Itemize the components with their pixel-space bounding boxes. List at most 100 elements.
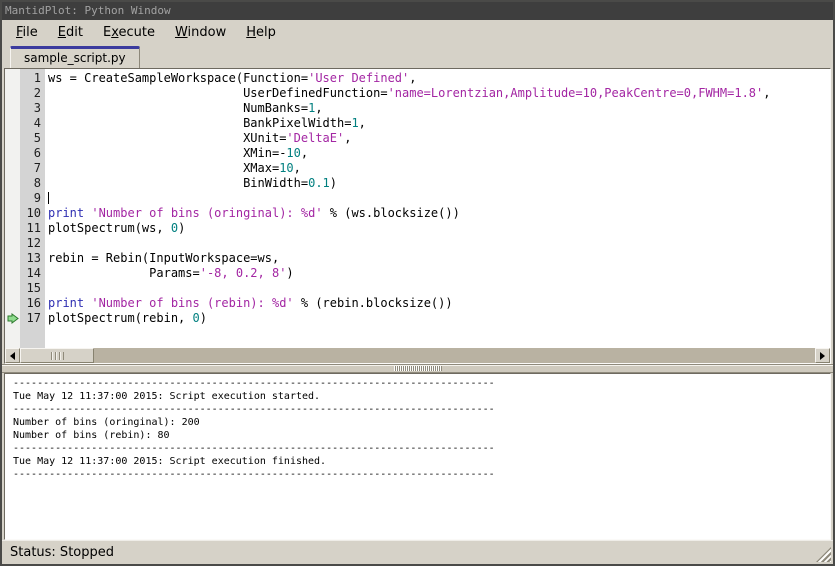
code-line[interactable]: 11 plotSpectrum(ws, 0) [5, 221, 830, 236]
marker-margin [5, 206, 20, 221]
scroll-left-button[interactable] [5, 348, 20, 363]
code-line[interactable]: 4 BankPixelWidth=1, [5, 116, 830, 131]
code-line-text[interactable]: BankPixelWidth=1, [45, 116, 366, 131]
tab-bar: sample_script.py [2, 46, 833, 68]
code-line-text[interactable]: print 'Number of bins (oringinal): %d' %… [45, 206, 460, 221]
marker-margin [5, 86, 20, 101]
scrollbar-thumb[interactable] [20, 348, 94, 363]
code-line-text[interactable]: BinWidth=0.1) [45, 176, 337, 191]
code-line-text[interactable]: NumBanks=1, [45, 101, 323, 116]
line-number: 4 [33, 116, 41, 130]
line-number: 10 [26, 206, 41, 220]
code-line[interactable]: 13 rebin = Rebin(InputWorkspace=ws, [5, 251, 830, 266]
code-line[interactable]: 2 UserDefinedFunction='name=Lorentzian,A… [5, 86, 830, 101]
marker-margin [5, 251, 20, 266]
code-area[interactable]: 1 ws = CreateSampleWorkspace(Function='Us… [5, 69, 830, 348]
line-number: 9 [33, 191, 41, 205]
code-line-text[interactable]: plotSpectrum(ws, 0) [45, 221, 185, 236]
python-script-window: MantidPlot: Python Window File Edit Exec… [0, 0, 835, 566]
line-number: 15 [26, 281, 41, 295]
left-arrow-icon [10, 351, 15, 360]
code-line-text[interactable]: plotSpectrum(rebin, 0) [45, 311, 207, 326]
code-line[interactable]: 8 BinWidth=0.1) [5, 176, 830, 191]
output-line: Tue May 12 11:37:00 2015: Script executi… [13, 456, 327, 467]
code-line-text[interactable]: XMax=10, [45, 161, 301, 176]
code-line[interactable]: 7 XMax=10, [5, 161, 830, 176]
marker-margin [5, 296, 20, 311]
tab-sample-script[interactable]: sample_script.py [10, 46, 140, 68]
script-output-pane[interactable]: ----------------------------------------… [4, 373, 831, 540]
code-line[interactable]: 14 Params='-8, 0.2, 8') [5, 266, 830, 281]
marker-margin [5, 161, 20, 176]
line-number: 17 [26, 311, 41, 325]
marker-margin [5, 281, 20, 296]
marker-margin [5, 221, 20, 236]
scrollbar-track[interactable] [94, 348, 815, 363]
menu-help[interactable]: Help [236, 20, 286, 46]
code-line-text[interactable]: Params='-8, 0.2, 8') [45, 266, 294, 281]
code-line[interactable]: 12 [5, 236, 830, 251]
menu-edit[interactable]: Edit [48, 20, 93, 46]
line-number: 14 [26, 266, 41, 280]
horizontal-scrollbar[interactable] [5, 348, 830, 363]
code-line[interactable]: 1 ws = CreateSampleWorkspace(Function='Us… [5, 71, 830, 86]
output-line: Tue May 12 11:37:00 2015: Script executi… [13, 391, 321, 402]
code-line-text[interactable]: XMin=-10, [45, 146, 308, 161]
marker-margin [5, 101, 20, 116]
output-line: Number of bins (rebin): 80 [13, 430, 170, 441]
status-text: Status: Stopped [10, 545, 114, 560]
marker-margin [5, 176, 20, 191]
line-number: 13 [26, 251, 41, 265]
scroll-right-button[interactable] [815, 348, 830, 363]
code-line[interactable]: 15 [5, 281, 830, 296]
execution-arrow-icon [7, 313, 19, 324]
code-line-text[interactable]: XUnit='DeltaE', [45, 131, 351, 146]
tab-label: sample_script.py [24, 51, 126, 65]
pane-splitter[interactable] [2, 364, 833, 373]
code-line-text[interactable] [45, 281, 48, 296]
code-line[interactable]: 17 plotSpectrum(rebin, 0) [5, 311, 830, 326]
menu-bar: File Edit Execute Window Help [2, 20, 833, 46]
output-line: ----------------------------------------… [13, 443, 495, 454]
thumb-grip-icon [50, 351, 64, 360]
line-number: 1 [33, 71, 41, 85]
line-number: 8 [33, 176, 41, 190]
code-line[interactable]: 10 print 'Number of bins (oringinal): %d'… [5, 206, 830, 221]
right-arrow-icon [820, 351, 825, 360]
line-number: 2 [33, 86, 41, 100]
output-line: ----------------------------------------… [13, 469, 495, 480]
code-line-text[interactable]: print 'Number of bins (rebin): %d' % (re… [45, 296, 453, 311]
output-line: Number of bins (oringinal): 200 [13, 417, 200, 428]
code-line[interactable]: 16 print 'Number of bins (rebin): %d' % (… [5, 296, 830, 311]
marker-margin [5, 146, 20, 161]
line-number: 7 [33, 161, 41, 175]
marker-margin [5, 236, 20, 251]
code-line[interactable]: 9 [5, 191, 830, 206]
code-line-text[interactable]: rebin = Rebin(InputWorkspace=ws, [45, 251, 279, 266]
marker-margin [5, 311, 20, 326]
menu-file[interactable]: File [6, 20, 48, 46]
output-line: ----------------------------------------… [13, 378, 495, 389]
line-number: 12 [26, 236, 41, 250]
title-bar[interactable]: MantidPlot: Python Window [2, 2, 833, 20]
code-line-text[interactable] [45, 236, 48, 251]
resize-grip[interactable] [816, 547, 831, 562]
marker-margin [5, 131, 20, 146]
line-number: 5 [33, 131, 41, 145]
marker-margin [5, 71, 20, 86]
marker-margin [5, 191, 20, 206]
code-line-text[interactable] [45, 191, 49, 206]
splitter-grip-icon [393, 366, 442, 371]
code-line[interactable]: 3 NumBanks=1, [5, 101, 830, 116]
code-line[interactable]: 6 XMin=-10, [5, 146, 830, 161]
menu-execute[interactable]: Execute [93, 20, 165, 46]
code-line[interactable]: 5 XUnit='DeltaE', [5, 131, 830, 146]
menu-window[interactable]: Window [165, 20, 236, 46]
line-number: 3 [33, 101, 41, 115]
marker-margin [5, 116, 20, 131]
marker-margin [5, 266, 20, 281]
code-line-text[interactable]: UserDefinedFunction='name=Lorentzian,Amp… [45, 86, 770, 101]
code-line-text[interactable]: ws = CreateSampleWorkspace(Function='Use… [45, 71, 416, 86]
line-number: 6 [33, 146, 41, 160]
script-editor[interactable]: 1 ws = CreateSampleWorkspace(Function='Us… [4, 68, 831, 364]
